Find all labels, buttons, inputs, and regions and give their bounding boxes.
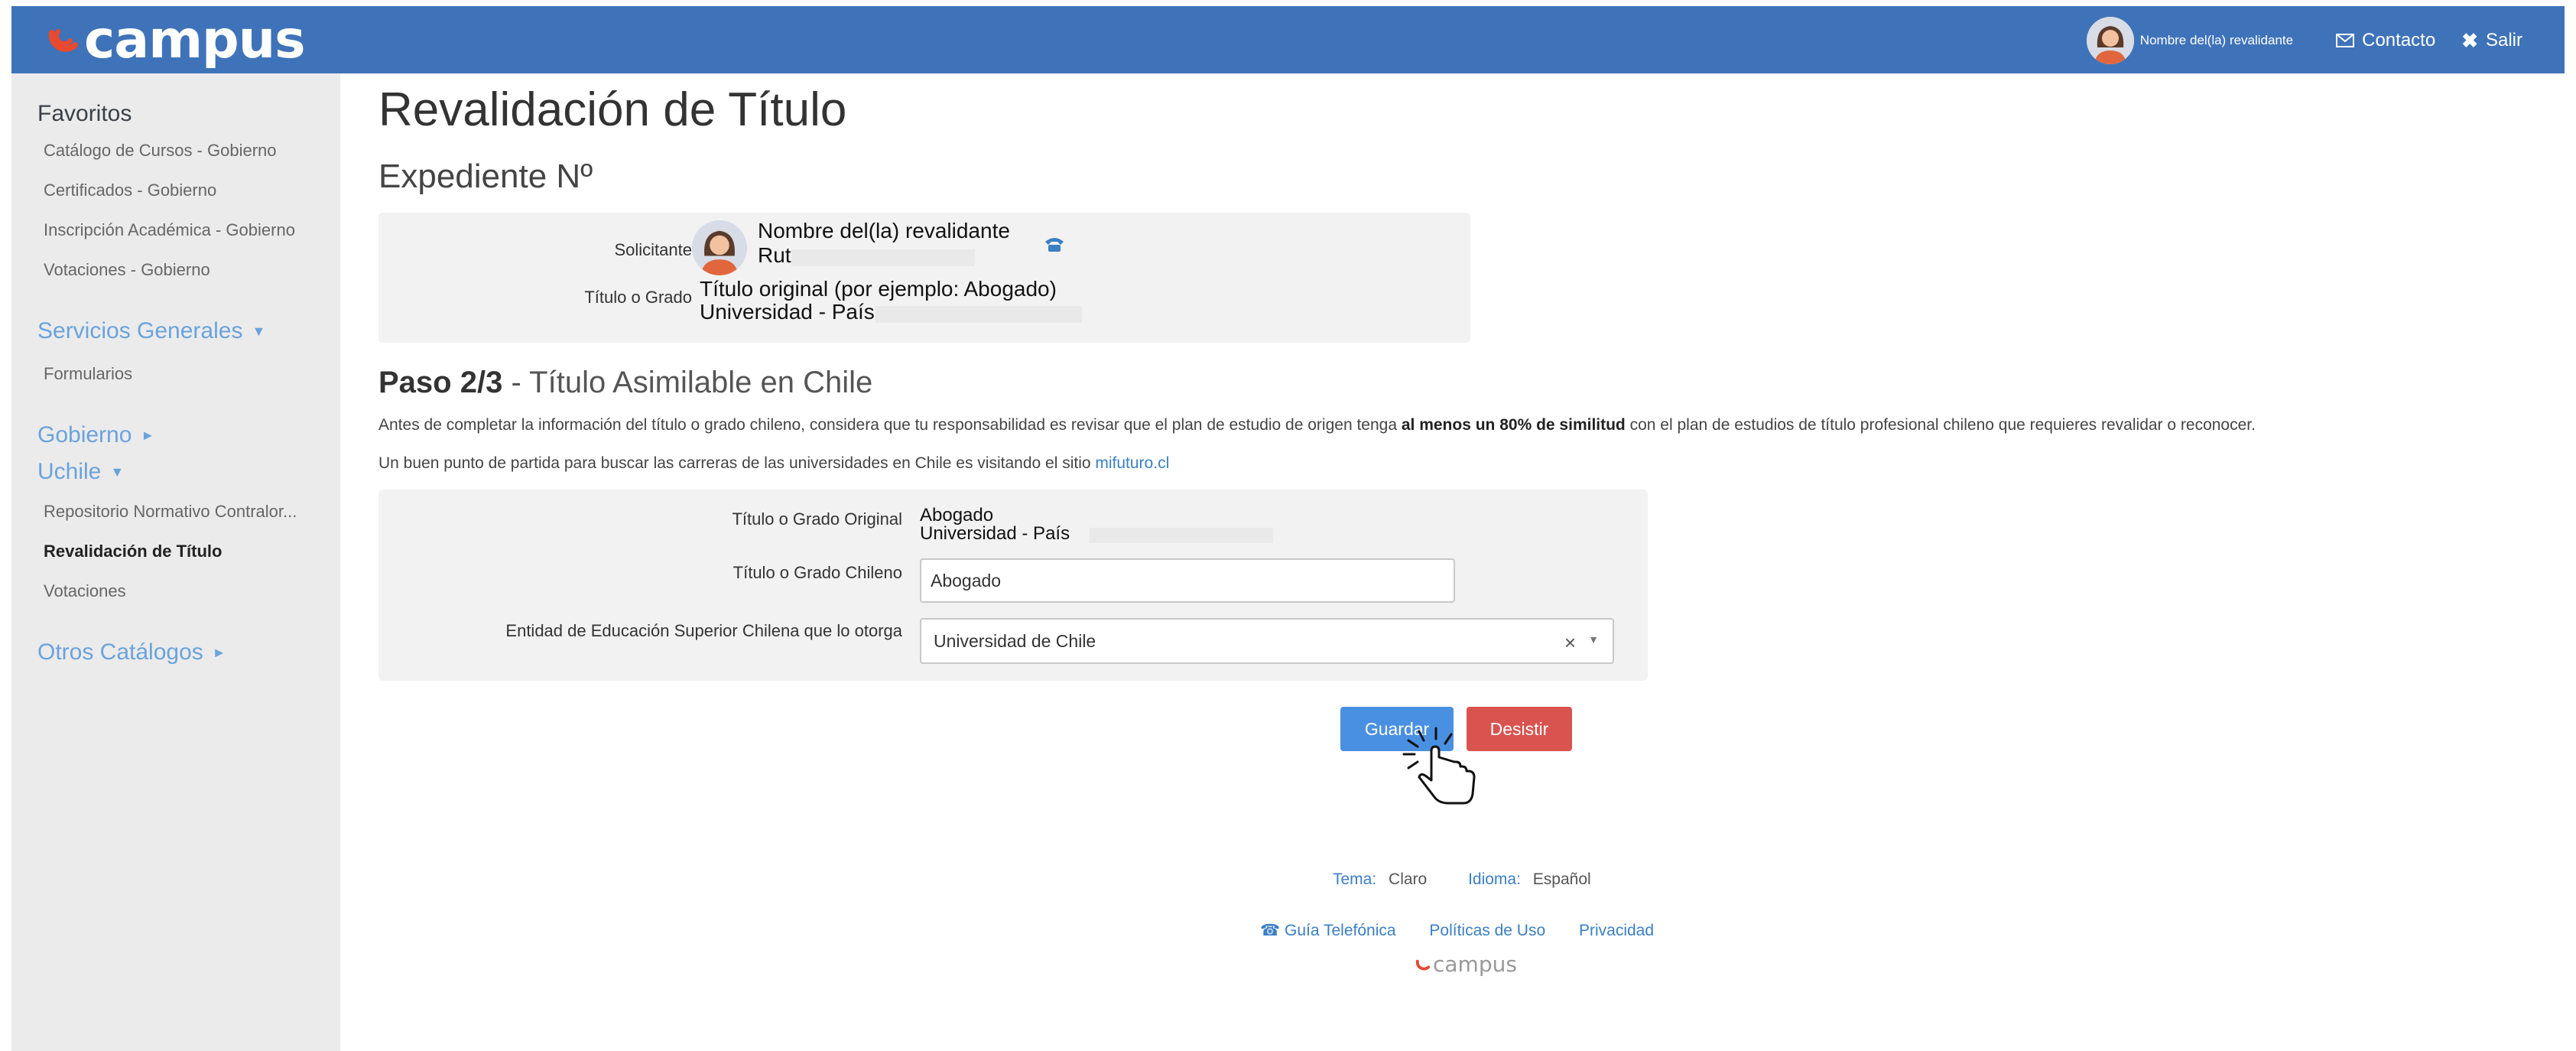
phone-icon[interactable]: [1044, 236, 1065, 252]
avatar-illustration: [692, 220, 747, 275]
sidebar-favoritos-title: Favoritos: [37, 101, 132, 126]
campus-logo-icon: [48, 29, 78, 52]
mifuturo-link[interactable]: mifuturo.cl: [1095, 454, 1169, 472]
user-avatar[interactable]: [2086, 17, 2134, 64]
para1-text: Antes de completar la información del tí…: [378, 416, 1402, 434]
chileno-input-value: Abogado: [931, 570, 1002, 591]
entidad-label: Entidad de Educación Superior Chilena qu…: [505, 621, 902, 640]
instructions-paragraph: Antes de completar la información del tí…: [378, 416, 2256, 434]
avatar-illustration: [2086, 17, 2134, 64]
politicas-link[interactable]: Políticas de Uso: [1429, 922, 1545, 939]
step-heading: Paso 2/3 - Título Asimilable en Chile: [378, 366, 872, 400]
chileno-label: Título o Grado Chileno: [733, 563, 902, 582]
solicitante-label: Solicitante: [614, 240, 692, 259]
servicios-label: Servicios Generales: [37, 318, 243, 343]
univ-redacted: [875, 306, 1082, 323]
sidebar-item-revalidacion[interactable]: Revalidación de Título: [44, 542, 222, 561]
close-icon: ✖: [2461, 28, 2478, 52]
sidebar: Favoritos Catálogo de Cursos - Gobierno …: [11, 73, 340, 1051]
titulo-value: Título original (por ejemplo: Abogado): [700, 277, 1057, 301]
applicant-name: Nombre del(la) revalidante: [758, 219, 1010, 242]
footer-settings: Tema: Claro Idioma: Español: [1333, 870, 1591, 889]
footer-links: ☎ Guía Telefónica Políticas de Uso Priva…: [1260, 921, 1654, 940]
contact-link[interactable]: Contacto: [2336, 30, 2435, 51]
footer-logo-text: campus: [1433, 952, 1517, 977]
sidebar-uchile-title[interactable]: Uchile ▼: [37, 459, 124, 485]
original-univ: Universidad - País: [920, 523, 1070, 544]
form-panel: Título o Grado Original Abogado Universi…: [378, 490, 1648, 681]
phone-icon: ☎: [1260, 922, 1285, 939]
clear-icon[interactable]: ×: [1564, 631, 1576, 655]
entidad-select-value: Universidad de Chile: [934, 630, 1096, 651]
hint-paragraph: Un buen punto de partida para buscar las…: [378, 454, 1169, 473]
footer-logo: campus: [1415, 952, 1517, 977]
para1-bold: al menos un 80% de similitud: [1401, 416, 1626, 434]
idioma-value[interactable]: Español: [1533, 870, 1591, 888]
pointer-hand-icon: [1402, 727, 1476, 805]
titulo-univ: Universidad - País: [700, 300, 875, 324]
entidad-select[interactable]: Universidad de Chile × ▼: [920, 618, 1614, 664]
uchile-label: Uchile: [37, 459, 102, 484]
app-frame: campus Nombre del(la) revalidante Contac…: [11, 0, 2565, 1051]
gobierno-label: Gobierno: [37, 422, 132, 447]
para1-text-end: con el plan de estudios de título profes…: [1625, 416, 2256, 434]
sidebar-otros-title[interactable]: Otros Catálogos ►: [37, 639, 226, 665]
applicant-panel: Solicitante Nombre del(la) revalidante R…: [378, 213, 1470, 343]
sidebar-item-repositorio[interactable]: Repositorio Normativo Contralor...: [44, 502, 297, 522]
sidebar-item-inscripcion[interactable]: Inscripción Académica - Gobierno: [44, 220, 295, 240]
sidebar-item-catalogo[interactable]: Catálogo de Cursos - Gobierno: [44, 141, 277, 161]
sidebar-item-formularios[interactable]: Formularios: [44, 364, 132, 384]
page-title: Revalidación de Título: [378, 83, 847, 136]
otros-label: Otros Catálogos: [37, 639, 203, 665]
original-univ-redacted: [1090, 528, 1273, 543]
header-user-area: Nombre del(la) revalidante Contacto ✖ Sa…: [2086, 17, 2522, 64]
top-header: campus Nombre del(la) revalidante Contac…: [11, 6, 2565, 73]
caret-down-icon: ▼: [252, 323, 266, 339]
expediente-heading: Expediente Nº: [378, 158, 593, 195]
campus-logo-icon: [1415, 959, 1431, 971]
applicant-rut: Rut: [758, 243, 791, 267]
campus-logo[interactable]: campus: [46, 9, 306, 70]
tema-label[interactable]: Tema:: [1333, 870, 1376, 888]
sidebar-gobierno-title[interactable]: Gobierno ►: [37, 422, 154, 448]
step-title: Título Asimilable en Chile: [529, 366, 873, 399]
guia-label: Guía Telefónica: [1285, 922, 1396, 939]
step-separator: -: [502, 366, 530, 399]
rut-redacted: [791, 249, 975, 266]
caret-right-icon: ►: [212, 644, 226, 660]
idioma-label[interactable]: Idioma:: [1468, 870, 1521, 888]
applicant-avatar: [692, 220, 747, 275]
tema-value[interactable]: Claro: [1389, 870, 1427, 888]
sidebar-item-certificados[interactable]: Certificados - Gobierno: [44, 181, 216, 200]
sidebar-item-votaciones-gob[interactable]: Votaciones - Gobierno: [44, 260, 210, 280]
logo-text: campus: [84, 9, 306, 70]
sidebar-item-votaciones[interactable]: Votaciones: [44, 581, 126, 601]
step-number: Paso 2/3: [378, 366, 503, 399]
exit-link[interactable]: ✖ Salir: [2461, 29, 2522, 53]
chileno-input[interactable]: Abogado: [920, 558, 1455, 603]
envelope-icon: [2336, 34, 2355, 47]
dropdown-caret-icon[interactable]: ▼: [1588, 633, 1599, 646]
privacidad-link[interactable]: Privacidad: [1579, 922, 1654, 939]
caret-right-icon: ►: [141, 427, 155, 443]
titulo-label: Título o Grado: [584, 288, 692, 307]
sidebar-servicios-title[interactable]: Servicios Generales ▼: [37, 318, 265, 344]
contact-label: Contacto: [2362, 30, 2436, 50]
guia-link[interactable]: ☎ Guía Telefónica: [1260, 922, 1400, 939]
header-user-name[interactable]: Nombre del(la) revalidante: [2140, 33, 2293, 48]
para2-text: Un buen punto de partida para buscar las…: [378, 454, 1096, 472]
original-label: Título o Grado Original: [732, 509, 902, 529]
exit-label: Salir: [2485, 30, 2522, 50]
caret-down-icon: ▼: [110, 464, 125, 480]
